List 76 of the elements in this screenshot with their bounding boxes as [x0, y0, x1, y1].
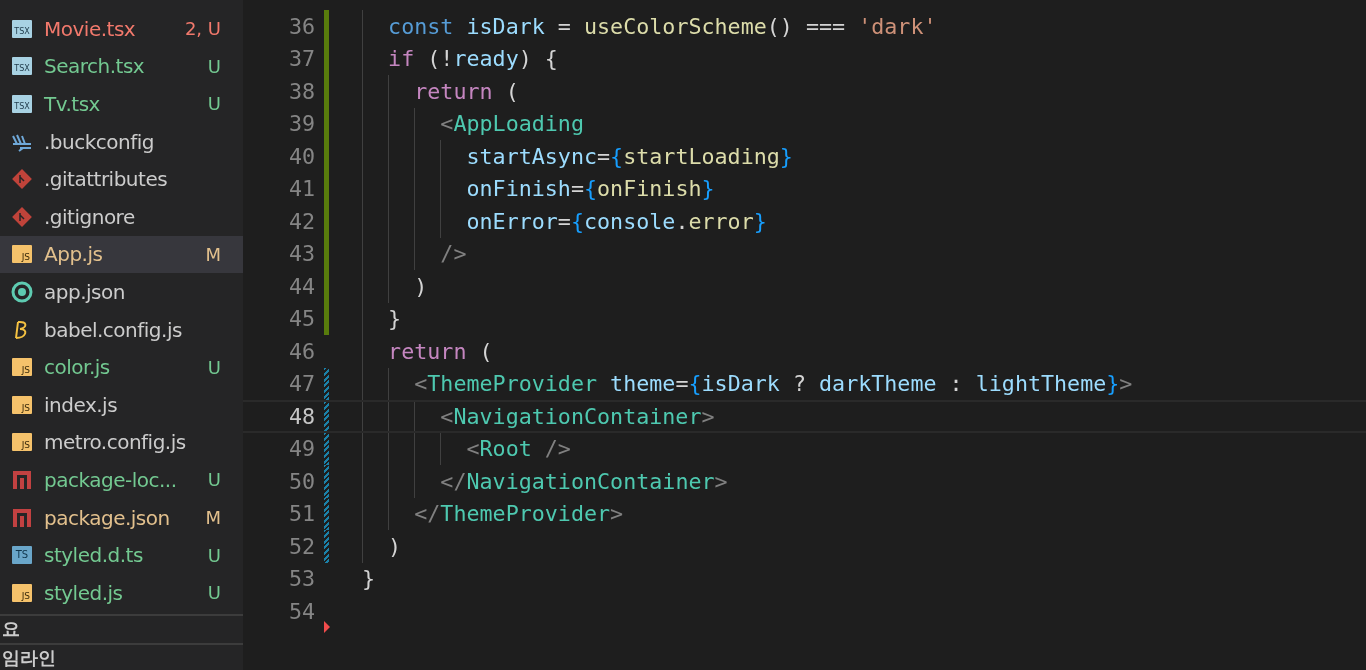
line-number: 47: [287, 371, 315, 397]
line-number: 42: [287, 208, 315, 234]
line-number: 38: [287, 78, 315, 104]
line-number: 50: [287, 468, 315, 494]
code-line: if (!ready) {: [387, 46, 558, 72]
line-number: 46: [287, 338, 315, 364]
code-line: }: [387, 306, 402, 332]
file-item[interactable]: package.json M: [0, 498, 243, 537]
code-line: </NavigationContainer>: [439, 468, 728, 494]
file-item[interactable]: app.json: [0, 273, 243, 311]
file-item[interactable]: JS App.js M: [0, 235, 243, 274]
section-header[interactable]: 요: [0, 613, 243, 643]
code-line: return (: [413, 78, 519, 104]
file-item[interactable]: JS metro.config.js: [0, 423, 243, 462]
js-file-icon: JS: [12, 583, 32, 602]
tsx-file-icon: TSX: [12, 57, 32, 76]
ts-file-icon: TS: [12, 546, 32, 565]
file-item[interactable]: JS index.js: [0, 385, 243, 424]
file-item[interactable]: TSX Search.tsx U: [0, 47, 243, 86]
git-status-label: M: [205, 243, 221, 265]
line-number: 45: [287, 306, 315, 332]
js-file-icon: JS: [12, 245, 32, 264]
line-number: 54: [287, 598, 315, 624]
code-line: <ThemeProvider theme={isDark ? darkTheme : lightTheme}>: [413, 371, 1133, 397]
git-status-label: U: [207, 544, 221, 566]
js-file-icon: JS: [12, 433, 32, 452]
git-status-label: 2, U: [184, 18, 221, 40]
line-number: 41: [287, 176, 315, 202]
line-number: 37: [287, 46, 315, 72]
file-item[interactable]: package-loc... U: [0, 461, 243, 499]
file-item[interactable]: babel.config.js: [0, 310, 243, 349]
js-file-icon: JS: [12, 358, 32, 377]
code-line: }: [362, 566, 376, 592]
code-line: startAsync={startLoading}: [465, 143, 793, 169]
git-status-label: U: [207, 469, 221, 491]
line-number: 52: [287, 533, 315, 559]
code-line: </ThemeProvider>: [413, 501, 624, 527]
code-line: const isDark = useColorScheme() === 'dark': [387, 13, 937, 39]
git-status-label: U: [207, 356, 221, 378]
line-number: 53: [287, 566, 315, 592]
code-line: <AppLoading: [439, 111, 584, 137]
file-item[interactable]: TS styled.d.ts U: [0, 536, 243, 574]
line-number: 40: [287, 143, 315, 169]
file-item[interactable]: TSX Movie.tsx 2, U: [0, 10, 243, 48]
file-item[interactable]: .gitignore: [0, 197, 243, 236]
code-line: <Root />: [465, 436, 571, 462]
tsx-file-icon: TSX: [12, 95, 32, 113]
file-item[interactable]: .buckconfig: [0, 122, 243, 161]
code-line: ): [413, 273, 428, 299]
line-number: 36: [287, 13, 315, 39]
code-line: <NavigationContainer>: [439, 403, 715, 429]
code-line: onFinish={onFinish}: [465, 176, 715, 202]
git-status-label: U: [207, 93, 221, 115]
line-number: 43: [287, 241, 315, 267]
line-number: 49: [287, 436, 315, 462]
ring-icon: [11, 280, 33, 303]
git-status-label: M: [205, 507, 221, 528]
git-status-label: U: [207, 582, 221, 604]
js-file-icon: JS: [12, 395, 32, 414]
line-number: 48: [287, 403, 315, 429]
file-item[interactable]: TSX Tv.tsx U: [0, 85, 243, 123]
npm-icon: [11, 506, 33, 529]
section-header[interactable]: 임라인: [0, 642, 243, 670]
file-item[interactable]: JS styled.js U: [0, 573, 243, 612]
file-item[interactable]: JS color.js U: [0, 348, 243, 386]
code-line: return (: [387, 338, 493, 364]
npm-icon: [11, 468, 33, 491]
git-status-label: U: [207, 55, 221, 77]
code-line: />: [439, 241, 467, 267]
line-number: 39: [287, 111, 315, 137]
line-number: 44: [287, 273, 315, 299]
code-line: onError={console.error}: [465, 208, 767, 234]
file-item[interactable]: .gitattributes: [0, 160, 243, 198]
code-line: ): [387, 533, 402, 559]
line-number: 51: [287, 501, 315, 527]
tsx-file-icon: TSX: [12, 19, 32, 38]
